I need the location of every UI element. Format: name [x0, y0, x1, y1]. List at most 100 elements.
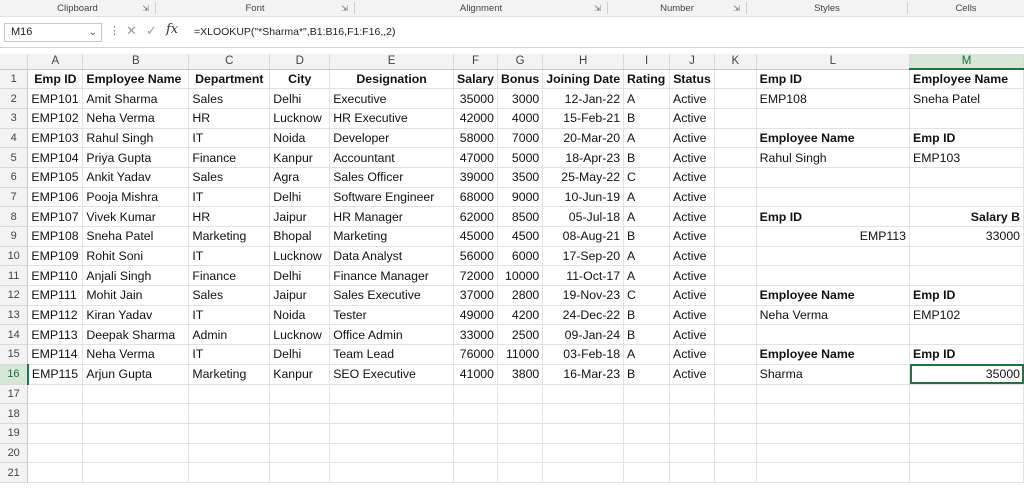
cell-e6[interactable]: Sales Officer	[329, 167, 454, 188]
cell-h12[interactable]: 19-Nov-23	[542, 285, 625, 306]
column-header-i[interactable]: I	[623, 54, 671, 70]
cell-c10[interactable]: IT	[188, 246, 271, 267]
cell-b7[interactable]: Pooja Mishra	[82, 187, 190, 208]
cell-a16[interactable]: EMP115	[27, 364, 84, 385]
cell-m1[interactable]: Employee Name	[909, 69, 1024, 90]
cell-f9[interactable]: 45000	[453, 226, 498, 247]
cell-m17[interactable]	[909, 384, 1024, 405]
cell-h8[interactable]: 05-Jul-18	[542, 206, 625, 227]
cell-i15[interactable]: A	[623, 344, 671, 365]
cell-l19[interactable]	[756, 423, 911, 444]
cell-e14[interactable]: Office Admin	[329, 324, 454, 346]
cell-j20[interactable]	[669, 443, 716, 464]
cell-h10[interactable]: 17-Sep-20	[542, 246, 625, 267]
cell-j13[interactable]: Active	[669, 305, 716, 326]
cell-f13[interactable]: 49000	[453, 305, 498, 326]
cell-h7[interactable]: 10-Jun-19	[542, 187, 625, 208]
cell-a4[interactable]: EMP103	[27, 128, 84, 149]
row-header[interactable]: 5	[0, 147, 29, 168]
cell-g3[interactable]: 4000	[497, 108, 544, 129]
formula-input[interactable]: =XLOOKUP("*Sharma*",B1:B16,F1:F16,,2)	[194, 23, 1014, 42]
cell-h6[interactable]: 25-May-22	[542, 167, 625, 188]
cell-j6[interactable]: Active	[669, 167, 716, 188]
cell-g16[interactable]: 3800	[497, 364, 544, 385]
cell-j3[interactable]: Active	[669, 108, 716, 129]
cell-h14[interactable]: 09-Jan-24	[542, 324, 625, 346]
row-header[interactable]: 8	[0, 206, 29, 227]
cell-e21[interactable]	[329, 462, 454, 483]
cell-d5[interactable]: Kanpur	[269, 147, 331, 168]
cell-e19[interactable]	[329, 423, 454, 444]
cell-i7[interactable]: A	[623, 187, 671, 208]
cell-f10[interactable]: 56000	[453, 246, 498, 267]
cell-e7[interactable]: Software Engineer	[329, 187, 454, 208]
cell-f7[interactable]: 68000	[453, 187, 498, 208]
cell-j11[interactable]: Active	[669, 265, 716, 287]
cell-l5[interactable]: Rahul Singh	[756, 147, 911, 168]
cell-h17[interactable]	[542, 384, 625, 405]
cell-d15[interactable]: Delhi	[269, 344, 331, 365]
cell-a3[interactable]: EMP102	[27, 108, 84, 129]
cell-k5[interactable]	[714, 147, 757, 168]
cell-m2[interactable]: Sneha Patel	[909, 88, 1024, 109]
cell-m6[interactable]	[909, 167, 1024, 188]
cell-d17[interactable]	[269, 384, 331, 405]
enter-check-icon[interactable]: ✓	[146, 23, 157, 39]
cell-b5[interactable]: Priya Gupta	[82, 147, 190, 168]
cell-h18[interactable]	[542, 403, 625, 424]
cell-j9[interactable]: Active	[669, 226, 716, 247]
cell-k16[interactable]	[714, 364, 757, 385]
cell-i21[interactable]	[623, 462, 671, 483]
cell-b2[interactable]: Amit Sharma	[82, 88, 190, 109]
cell-l21[interactable]	[756, 462, 911, 483]
cell-d12[interactable]: Jaipur	[269, 285, 331, 306]
cell-a10[interactable]: EMP109	[27, 246, 84, 267]
ribbon-group-font[interactable]: Font ⇲	[156, 0, 354, 16]
cell-f15[interactable]: 76000	[453, 344, 498, 365]
cell-g14[interactable]: 2500	[497, 324, 544, 346]
row-header[interactable]: 14	[0, 324, 29, 346]
cell-l11[interactable]	[756, 265, 911, 287]
row-header[interactable]: 9	[0, 226, 29, 247]
cell-h11[interactable]: 11-Oct-17	[542, 265, 625, 287]
column-header-c[interactable]: C	[188, 54, 271, 70]
cell-k13[interactable]	[714, 305, 757, 326]
column-header-b[interactable]: B	[82, 54, 190, 70]
cell-g15[interactable]: 11000	[497, 344, 544, 365]
cell-i11[interactable]: A	[623, 265, 671, 287]
ribbon-group-styles[interactable]: Styles	[747, 0, 907, 16]
cell-i20[interactable]	[623, 443, 671, 464]
cell-i4[interactable]: A	[623, 128, 671, 149]
column-header-k[interactable]: K	[714, 54, 757, 70]
cell-f17[interactable]	[453, 384, 498, 405]
row-header[interactable]: 1	[0, 69, 29, 90]
worksheet-grid[interactable]: ABCDEFGHIJKLM 1 Emp ID Employee Name Depart…	[0, 54, 1024, 483]
cell-f3[interactable]: 42000	[453, 108, 498, 129]
cell-j19[interactable]	[669, 423, 716, 444]
cell-i12[interactable]: C	[623, 285, 671, 306]
cell-e2[interactable]: Executive	[329, 88, 454, 109]
cell-b19[interactable]	[82, 423, 190, 444]
row-header[interactable]: 18	[0, 403, 29, 424]
cell-k2[interactable]	[714, 88, 757, 109]
dialog-launcher-icon[interactable]: ⇲	[733, 4, 740, 13]
dialog-launcher-icon[interactable]: ⇲	[142, 4, 149, 13]
cell-l15[interactable]: Employee Name	[756, 344, 911, 365]
column-header-l[interactable]: L	[756, 54, 911, 70]
cell-g1[interactable]: Bonus	[497, 69, 544, 90]
cell-k14[interactable]	[714, 324, 757, 346]
cell-f4[interactable]: 58000	[453, 128, 498, 149]
column-header-a[interactable]: A	[27, 54, 84, 70]
cell-l4[interactable]: Employee Name	[756, 128, 911, 149]
cell-a7[interactable]: EMP106	[27, 187, 84, 208]
chevron-down-icon[interactable]: ⌄	[89, 24, 97, 41]
cell-a13[interactable]: EMP112	[27, 305, 84, 326]
cell-b17[interactable]	[82, 384, 190, 405]
cell-a8[interactable]: EMP107	[27, 206, 84, 227]
cell-l2[interactable]: EMP108	[756, 88, 911, 109]
cell-k15[interactable]	[714, 344, 757, 365]
cell-b16[interactable]: Arjun Gupta	[82, 364, 190, 385]
cell-e5[interactable]: Accountant	[329, 147, 454, 168]
cell-j1[interactable]: Status	[669, 69, 716, 90]
cell-e12[interactable]: Sales Executive	[329, 285, 454, 306]
